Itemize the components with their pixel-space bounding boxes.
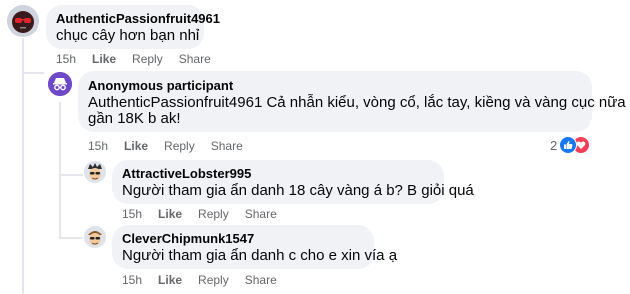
comment-author[interactable]: AuthenticPassionfruit4961	[56, 11, 220, 26]
reply-button[interactable]: Reply	[164, 139, 195, 153]
reaction-summary[interactable]: 2	[550, 136, 591, 154]
thread-line-root	[22, 38, 24, 294]
thread-line-reply	[22, 72, 44, 74]
reply-button[interactable]: Reply	[198, 273, 229, 287]
avatar[interactable]	[84, 226, 106, 248]
timestamp[interactable]: 15h	[122, 273, 142, 287]
comment-bubble: AttractiveLobster995 Người tham gia ẩn d…	[112, 160, 474, 204]
comment-actions: 15h Like Reply Share	[56, 52, 227, 66]
reaction-count: 2	[550, 137, 558, 153]
comment-bubble: Anonymous participant AuthenticPassionfr…	[78, 71, 630, 132]
comment-bubble: CleverChipmunk1547 Người tham gia ẩn dan…	[112, 225, 397, 269]
share-button[interactable]: Share	[179, 52, 211, 66]
like-button[interactable]: Like	[158, 207, 182, 221]
comment-author[interactable]: Anonymous participant	[88, 78, 233, 93]
avatar[interactable]	[7, 5, 39, 37]
anonymous-avatar-icon	[48, 72, 72, 96]
share-button[interactable]: Share	[245, 273, 277, 287]
timestamp[interactable]: 15h	[122, 207, 142, 221]
comment-text: Người tham gia ẩn danh c cho e xin vía ạ	[122, 247, 398, 264]
reply-button[interactable]: Reply	[198, 207, 229, 221]
cartoon-avatar-icon	[84, 226, 106, 248]
avatar[interactable]	[84, 161, 106, 183]
timestamp[interactable]: 15h	[56, 52, 76, 66]
comment-actions: 15h Like Reply Share	[122, 207, 293, 221]
comment-text: Người tham gia ẩn danh 18 cây vàng á b? …	[122, 182, 474, 199]
comment-bubble: AuthenticPassionfruit4961 chục cây hơn b…	[46, 5, 220, 49]
comment-actions: 15h Like Reply Share	[122, 273, 293, 287]
comment-text: chục cây hơn bạn nhỉ	[56, 27, 200, 44]
reply-button[interactable]: Reply	[132, 52, 163, 66]
comment-text-line-2: gần 18K b ak!	[88, 110, 181, 127]
thread-line-nested-branch-1	[59, 174, 83, 176]
cartoon-avatar-icon	[84, 161, 106, 183]
comment-author[interactable]: CleverChipmunk1547	[122, 231, 254, 246]
avatar[interactable]	[48, 72, 72, 96]
thread-line-nested-branch-2	[59, 237, 83, 239]
thread-line-nested	[59, 102, 61, 238]
timestamp[interactable]: 15h	[88, 139, 108, 153]
comment-actions: 15h Like Reply Share	[88, 139, 259, 153]
comment-author[interactable]: AttractiveLobster995	[122, 166, 251, 181]
like-button[interactable]: Like	[92, 52, 116, 66]
share-button[interactable]: Share	[245, 207, 277, 221]
sunglasses-avatar-icon	[7, 5, 39, 37]
share-button[interactable]: Share	[211, 139, 243, 153]
like-button[interactable]: Like	[158, 273, 182, 287]
like-button[interactable]: Like	[124, 139, 148, 153]
